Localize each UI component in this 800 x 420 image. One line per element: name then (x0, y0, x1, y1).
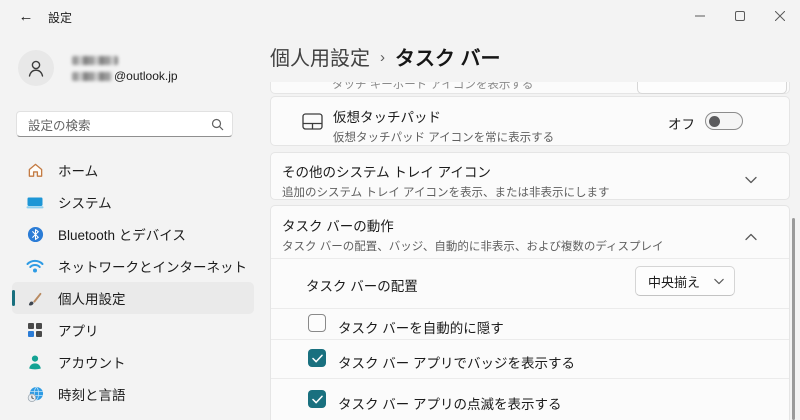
checkmark-icon (311, 354, 323, 362)
search-input[interactable]: 設定の検索 (16, 111, 233, 137)
show-flashing-label: タスク バー アプリの点滅を表示する (338, 397, 562, 412)
sidebar-item-system[interactable]: システム (12, 186, 254, 218)
sidebar-item-label: システム (58, 196, 112, 211)
row-divider (271, 378, 789, 379)
virtual-touchpad-row: 仮想タッチパッド 仮想タッチパッド アイコンを常に表示する オフ (270, 96, 790, 146)
sidebar-item-time-language[interactable]: 時刻と言語 (12, 378, 254, 410)
clipped-dropdown[interactable] (637, 82, 787, 94)
taskbar-behavior-subtitle: タスク バーの配置、バッジ、自動的に非表示、および複数のディスプレイ (282, 241, 664, 253)
taskbar-behavior-group: タスク バーの動作 タスク バーの配置、バッジ、自動的に非表示、および複数のディ… (270, 205, 790, 420)
breadcrumb-parent[interactable]: 個人用設定 (270, 42, 370, 71)
vertical-scrollbar[interactable] (792, 218, 795, 420)
sidebar-item-apps[interactable]: アプリ (12, 314, 254, 346)
sidebar-item-label: アカウント (58, 356, 126, 371)
show-badges-checkbox[interactable] (308, 349, 326, 367)
touchpad-icon (302, 112, 323, 136)
time-language-icon (26, 385, 44, 403)
settings-scroll-area: タッチ キーボード アイコンを表示する 仮想タッチパッド 仮想タッチパッド アイ… (266, 82, 800, 420)
user-name-redacted (72, 56, 118, 65)
breadcrumb: 個人用設定 › タスク バー (270, 42, 501, 71)
search-placeholder: 設定の検索 (28, 118, 91, 133)
system-tray-subtitle: 追加のシステム トレイ アイコンを表示、または非表示にします (282, 187, 610, 199)
auto-hide-checkbox[interactable] (308, 314, 326, 332)
virtual-touchpad-toggle[interactable] (705, 112, 743, 130)
maximize-button[interactable] (720, 0, 760, 32)
chevron-up-icon (745, 228, 757, 246)
title-bar: ← 設定 (0, 0, 800, 32)
selected-accent-bar (12, 290, 15, 306)
sidebar-item-label: 個人用設定 (58, 292, 126, 307)
page-title: タスク バー (395, 48, 501, 70)
sidebar-item-bluetooth-devices[interactable]: Bluetooth とデバイス (12, 218, 254, 250)
avatar[interactable] (18, 50, 54, 86)
virtual-touchpad-title: 仮想タッチパッド (333, 110, 441, 125)
wifi-icon (26, 257, 44, 275)
sidebar-item-label: Bluetooth とデバイス (58, 228, 186, 243)
show-flashing-checkbox[interactable] (308, 390, 326, 408)
system-tray-title: その他のシステム トレイ アイコン (282, 165, 491, 180)
taskbar-behavior-title: タスク バーの動作 (282, 219, 394, 234)
chevron-down-icon (714, 278, 724, 284)
window-controls (680, 0, 800, 32)
row-divider (271, 308, 789, 309)
chevron-down-icon (745, 171, 757, 189)
sidebar: @outlook.jp 設定の検索 ホーム システム Bluetooth とデバ… (0, 32, 258, 420)
sidebar-item-label: 時刻と言語 (58, 388, 126, 403)
show-badges-label: タスク バー アプリでバッジを表示する (338, 356, 576, 371)
sidebar-item-accounts[interactable]: アカウント (12, 346, 254, 378)
virtual-touchpad-subtitle: 仮想タッチパッド アイコンを常に表示する (333, 132, 555, 144)
toggle-knob (709, 115, 720, 127)
taskbar-alignment-value: 中央揃え (648, 274, 701, 290)
auto-hide-label: タスク バーを自動的に隠す (338, 321, 504, 336)
taskbar-behavior-header[interactable]: タスク バーの動作 タスク バーの配置、バッジ、自動的に非表示、および複数のディ… (271, 206, 789, 258)
sidebar-item-label: ホーム (58, 164, 99, 179)
system-tray-expander[interactable]: その他のシステム トレイ アイコン 追加のシステム トレイ アイコンを表示、また… (270, 152, 790, 200)
bluetooth-icon (26, 225, 44, 243)
back-button[interactable]: ← (14, 5, 38, 27)
row-divider (271, 258, 789, 259)
accounts-icon (26, 353, 44, 371)
chevron-right-icon: › (380, 49, 385, 66)
taskbar-alignment-label: タスク バーの配置 (306, 279, 418, 294)
close-icon (775, 11, 785, 21)
maximize-icon (735, 11, 745, 21)
person-icon (28, 60, 44, 77)
sidebar-item-personalization[interactable]: 個人用設定 (12, 282, 254, 314)
taskbar-alignment-dropdown[interactable]: 中央揃え (635, 266, 735, 296)
clipped-row-subtitle: タッチ キーボード アイコンを表示する (332, 82, 534, 91)
row-divider (271, 339, 789, 340)
sidebar-item-label: アプリ (58, 324, 99, 339)
sidebar-item-label: ネットワークとインターネット (58, 260, 247, 275)
checkmark-icon (311, 395, 323, 403)
apps-icon (26, 321, 44, 339)
app-title: 設定 (48, 11, 73, 25)
search-icon (211, 118, 224, 130)
minimize-button[interactable] (680, 0, 720, 32)
close-button[interactable] (760, 0, 800, 32)
system-icon (26, 193, 44, 211)
user-email-redacted (72, 72, 112, 81)
toggle-state-label: オフ (668, 117, 695, 132)
sidebar-item-network-internet[interactable]: ネットワークとインターネット (12, 250, 254, 282)
user-email-suffix: @outlook.jp (114, 69, 178, 83)
sidebar-nav: ホーム システム Bluetooth とデバイス ネットワークとインターネット … (12, 154, 254, 410)
sidebar-item-home[interactable]: ホーム (12, 154, 254, 186)
minimize-icon (695, 15, 705, 17)
home-icon (26, 161, 44, 179)
personalization-icon (26, 289, 44, 307)
